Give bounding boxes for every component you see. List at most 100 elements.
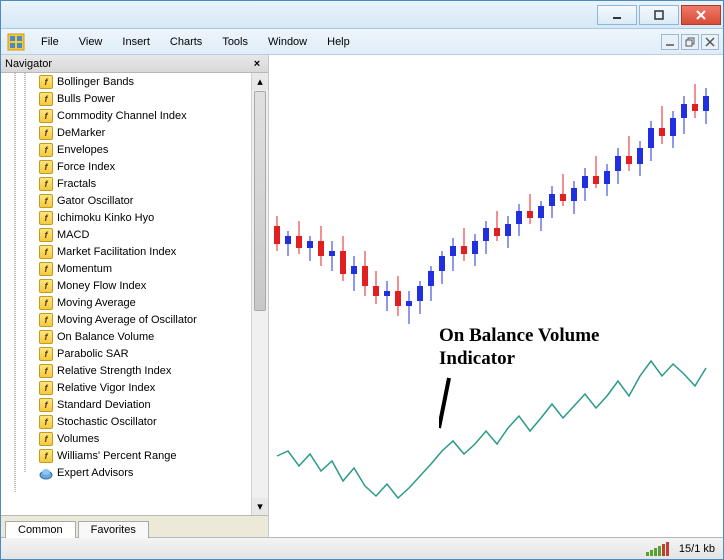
indicator-item[interactable]: f Commodity Channel Index: [33, 107, 251, 124]
indicator-item[interactable]: fFractals: [33, 175, 251, 192]
function-icon: f: [39, 75, 53, 89]
work-area: Navigator × fBollinger BandsfBulls Power…: [1, 55, 723, 537]
tab-common[interactable]: Common: [5, 521, 76, 538]
function-icon: f: [39, 126, 53, 140]
indicator-item[interactable]: fBollinger Bands: [33, 73, 251, 90]
tab-favorites[interactable]: Favorites: [78, 521, 149, 538]
function-icon: f: [39, 364, 53, 378]
indicator-label: MACD: [57, 229, 89, 241]
indicator-item[interactable]: f Momentum: [33, 260, 251, 277]
indicator-item[interactable]: fStandard Deviation: [33, 396, 251, 413]
expert-advisors-icon: [39, 466, 53, 480]
function-icon: f: [39, 415, 53, 429]
function-icon: f: [39, 432, 53, 446]
function-icon: f: [39, 143, 53, 157]
indicator-item[interactable]: f Bulls Power: [33, 90, 251, 107]
indicator-item[interactable]: f Moving Average of Oscillator: [33, 311, 251, 328]
expert-advisors-item[interactable]: Expert Advisors: [33, 464, 251, 481]
function-icon: f: [39, 160, 53, 174]
indicator-item[interactable]: f Money Flow Index: [33, 277, 251, 294]
menu-tools[interactable]: Tools: [212, 33, 258, 51]
navigator-close-button[interactable]: ×: [250, 57, 264, 71]
expert-advisors-label: Expert Advisors: [57, 467, 133, 479]
indicator-item[interactable]: f DeMarker: [33, 124, 251, 141]
indicator-label: Moving Average: [57, 297, 136, 309]
scroll-down-icon[interactable]: ▾: [252, 498, 268, 515]
indicator-item[interactable]: fMACD: [33, 226, 251, 243]
navigator-title: Navigator: [5, 58, 52, 70]
indicator-item[interactable]: f Envelopes: [33, 141, 251, 158]
menu-help[interactable]: Help: [317, 33, 360, 51]
function-icon: f: [39, 330, 53, 344]
indicator-label: Relative Strength Index: [57, 365, 171, 377]
indicator-item[interactable]: fRelative Vigor Index: [33, 379, 251, 396]
scroll-up-icon[interactable]: ▴: [252, 73, 268, 90]
function-icon: f: [39, 177, 53, 191]
app-window: File View Insert Charts Tools Window Hel…: [0, 0, 724, 560]
annotation-pointer: [439, 373, 499, 433]
mdi-minimize-button[interactable]: [661, 34, 679, 50]
indicator-label: On Balance Volume: [57, 331, 154, 343]
title-bar: [1, 1, 723, 29]
indicator-item[interactable]: f Parabolic SAR: [33, 345, 251, 362]
navigator-tabs: Common Favorites: [1, 515, 268, 537]
menu-view[interactable]: View: [69, 33, 113, 51]
indicator-item[interactable]: f Volumes: [33, 430, 251, 447]
function-icon: f: [39, 313, 53, 327]
menu-bar: File View Insert Charts Tools Window Hel…: [1, 29, 723, 55]
traffic-label: 15/1 kb: [679, 543, 715, 555]
indicator-label: Volumes: [57, 433, 99, 445]
close-button[interactable]: [681, 5, 721, 25]
indicator-item[interactable]: f Moving Average: [33, 294, 251, 311]
navigator-panel: Navigator × fBollinger BandsfBulls Power…: [1, 55, 269, 537]
indicator-label: Market Facilitation Index: [57, 246, 176, 258]
function-icon: f: [39, 92, 53, 106]
menu-file[interactable]: File: [31, 33, 69, 51]
mdi-restore-button[interactable]: [681, 34, 699, 50]
menu-charts[interactable]: Charts: [160, 33, 212, 51]
navigator-tree: fBollinger BandsfBulls PowerfCommodity C…: [1, 73, 268, 515]
indicator-label: Bulls Power: [57, 93, 115, 105]
menu-insert[interactable]: Insert: [112, 33, 160, 51]
indicator-label: Commodity Channel Index: [57, 110, 187, 122]
indicator-label: Money Flow Index: [57, 280, 146, 292]
minimize-button[interactable]: [597, 5, 637, 25]
indicator-item[interactable]: fGator Oscillator: [33, 192, 251, 209]
app-icon: [7, 33, 25, 51]
function-icon: f: [39, 279, 53, 293]
function-icon: f: [39, 245, 53, 259]
indicator-item[interactable]: f Force Index: [33, 158, 251, 175]
function-icon: f: [39, 347, 53, 361]
indicator-item[interactable]: f Williams' Percent Range: [33, 447, 251, 464]
indicator-label: DeMarker: [57, 127, 105, 139]
indicator-label: Relative Vigor Index: [57, 382, 155, 394]
connection-signal-icon: [646, 542, 669, 556]
navigator-scrollbar[interactable]: ▴ ▾: [251, 73, 268, 515]
indicator-label: Parabolic SAR: [57, 348, 129, 360]
function-icon: f: [39, 262, 53, 276]
maximize-button[interactable]: [639, 5, 679, 25]
indicator-item[interactable]: f Market Facilitation Index: [33, 243, 251, 260]
function-icon: f: [39, 296, 53, 310]
chart-area[interactable]: On Balance Volume Indicator: [269, 55, 723, 537]
indicator-item[interactable]: fIchimoku Kinko Hyo: [33, 209, 251, 226]
mdi-close-button[interactable]: [701, 34, 719, 50]
indicator-label: Envelopes: [57, 144, 108, 156]
indicator-label: Williams' Percent Range: [57, 450, 176, 462]
navigator-header: Navigator ×: [1, 55, 268, 73]
indicator-label: Ichimoku Kinko Hyo: [57, 212, 154, 224]
price-chart[interactable]: [269, 55, 723, 537]
indicator-item[interactable]: f Stochastic Oscillator: [33, 413, 251, 430]
indicator-label: Standard Deviation: [57, 399, 151, 411]
indicator-label: Stochastic Oscillator: [57, 416, 157, 428]
function-icon: f: [39, 109, 53, 123]
indicator-label: Momentum: [57, 263, 112, 275]
menu-window[interactable]: Window: [258, 33, 317, 51]
indicator-item[interactable]: f On Balance Volume: [33, 328, 251, 345]
function-icon: f: [39, 449, 53, 463]
indicator-label: Force Index: [57, 161, 115, 173]
indicator-item[interactable]: f Relative Strength Index: [33, 362, 251, 379]
scroll-thumb[interactable]: [254, 91, 266, 311]
status-bar: 15/1 kb: [1, 537, 723, 559]
indicator-label: Moving Average of Oscillator: [57, 314, 197, 326]
